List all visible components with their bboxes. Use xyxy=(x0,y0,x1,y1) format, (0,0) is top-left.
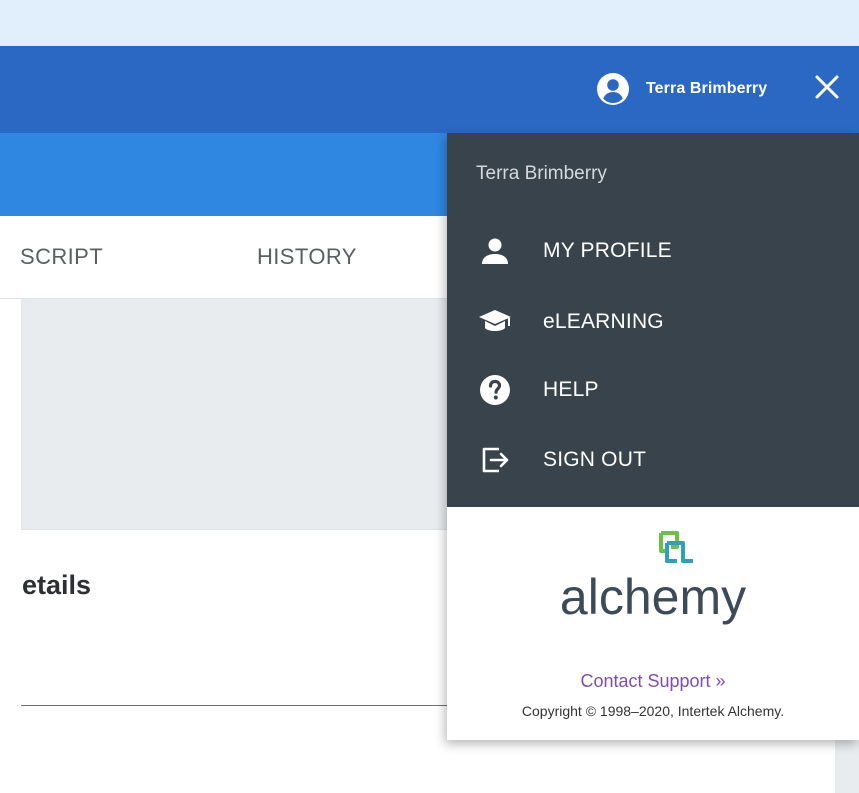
header-user-name: Terra Brimberry xyxy=(646,80,768,97)
user-menu-header: Terra Brimberry MY PROFILE eLEARNING HEL… xyxy=(447,133,859,507)
sign-out-icon xyxy=(477,442,513,478)
account-circle-icon xyxy=(596,72,630,106)
person-icon xyxy=(477,233,513,269)
svg-text:alchemy: alchemy xyxy=(560,569,746,625)
tab-history[interactable]: HISTORY xyxy=(257,244,357,270)
graduation-cap-icon xyxy=(477,304,513,340)
browser-top-strip xyxy=(0,0,859,46)
contact-support-link[interactable]: Contact Support » xyxy=(447,671,859,692)
menu-item-label: eLEARNING xyxy=(543,310,664,333)
close-icon xyxy=(814,74,840,105)
app-screen: Terra Brimberry SCRIPT HISTORY etails Te… xyxy=(0,0,859,793)
tab-script[interactable]: SCRIPT xyxy=(20,244,103,270)
menu-item-help[interactable]: HELP xyxy=(447,362,859,418)
menu-item-sign-out[interactable]: SIGN OUT xyxy=(447,432,859,488)
scrollbar-track[interactable] xyxy=(835,740,859,793)
menu-user-name: Terra Brimberry xyxy=(476,163,607,184)
close-menu-button[interactable] xyxy=(810,72,844,106)
question-circle-icon xyxy=(477,372,513,408)
menu-item-label: SIGN OUT xyxy=(543,448,647,471)
copyright-text: Copyright © 1998–2020, Intertek Alchemy. xyxy=(521,703,785,719)
divider xyxy=(21,705,451,706)
section-heading: etails xyxy=(22,570,92,600)
menu-item-elearning[interactable]: eLEARNING xyxy=(447,294,859,350)
user-account-button[interactable]: Terra Brimberry xyxy=(596,70,767,108)
user-menu-dropdown: Terra Brimberry MY PROFILE eLEARNING HEL… xyxy=(447,133,859,740)
menu-item-label: MY PROFILE xyxy=(543,239,672,262)
alchemy-logo: alchemy xyxy=(543,529,763,639)
menu-item-my-profile[interactable]: MY PROFILE xyxy=(447,223,859,279)
menu-item-label: HELP xyxy=(543,378,599,401)
